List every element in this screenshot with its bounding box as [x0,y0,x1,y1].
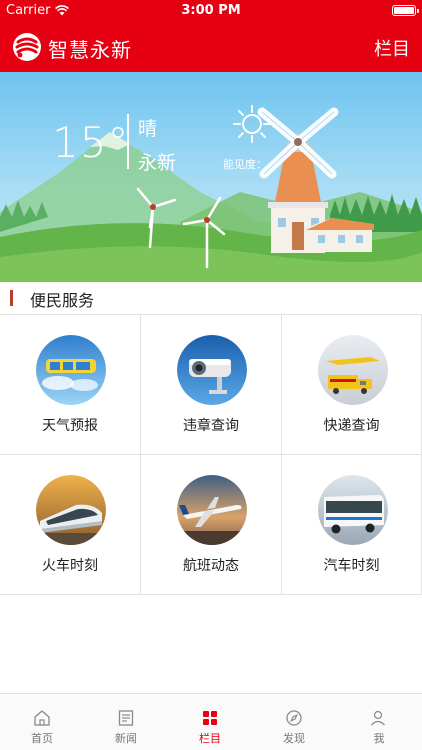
section-accent-bar [10,290,13,306]
landscape-illustration [0,105,422,282]
traffic-camera-icon [177,335,247,405]
tab-me[interactable]: 我 [336,694,422,750]
express-delivery-icon [318,335,388,405]
app-title: 智慧永新 [48,38,132,62]
weather-forecast-icon [36,335,106,405]
service-label: 快递查询 [323,418,380,434]
service-flight-status[interactable]: 航班动态 [141,455,282,595]
status-bar: Carrier 3:00 PM [0,0,422,22]
tab-label: 发现 [283,732,305,745]
tab-label: 新闻 [115,732,137,745]
battery-icon [392,5,419,16]
weather-banner[interactable]: 15° 晴 永新 能见度： [0,72,422,282]
service-label: 天气预报 [42,418,98,434]
weather-condition: 晴 [138,118,158,140]
tab-bar: 首页 新闻 栏目 发现 我 [0,693,422,750]
service-label: 违章查询 [183,418,239,434]
tab-discover[interactable]: 发现 [252,694,336,750]
temperature: 15° [52,118,130,167]
airplane-icon [177,475,247,545]
person-icon [371,710,385,726]
section-header: 便民服务 [0,282,422,314]
bus-icon [318,475,388,545]
service-label: 汽车时刻 [323,558,380,574]
service-express-delivery[interactable]: 快递查询 [282,315,422,455]
section-title: 便民服务 [30,291,95,310]
service-label: 火车时刻 [42,558,98,574]
service-weather-forecast[interactable]: 天气预报 [0,315,141,455]
tab-news[interactable]: 新闻 [84,694,168,750]
city-name: 永新 [138,152,177,174]
train-icon [36,475,106,545]
tab-label: 栏目 [199,732,221,745]
nav-bar: 智慧永新 栏目 [0,22,422,72]
temperature-divider [127,114,129,169]
column-button[interactable]: 栏目 [374,35,410,61]
service-train-schedule[interactable]: 火车时刻 [0,455,141,595]
status-time: 3:00 PM [181,3,241,18]
compass-icon [286,710,302,726]
service-label: 航班动态 [183,558,239,574]
service-traffic-violation[interactable]: 违章查询 [141,315,282,455]
tab-label: 我 [373,732,385,745]
tab-home[interactable]: 首页 [0,694,84,750]
service-bus-schedule[interactable]: 汽车时刻 [282,455,422,595]
visibility-label: 能见度： [223,158,267,171]
home-icon [34,710,50,726]
tab-label: 首页 [31,732,53,745]
grid-icon [203,711,217,725]
services-grid: 天气预报 违章查询 快递查询 火车时刻 航班动态 汽车时刻 [0,314,422,595]
tab-columns[interactable]: 栏目 [168,694,252,750]
app-logo-icon [13,33,41,61]
news-icon [118,710,134,726]
